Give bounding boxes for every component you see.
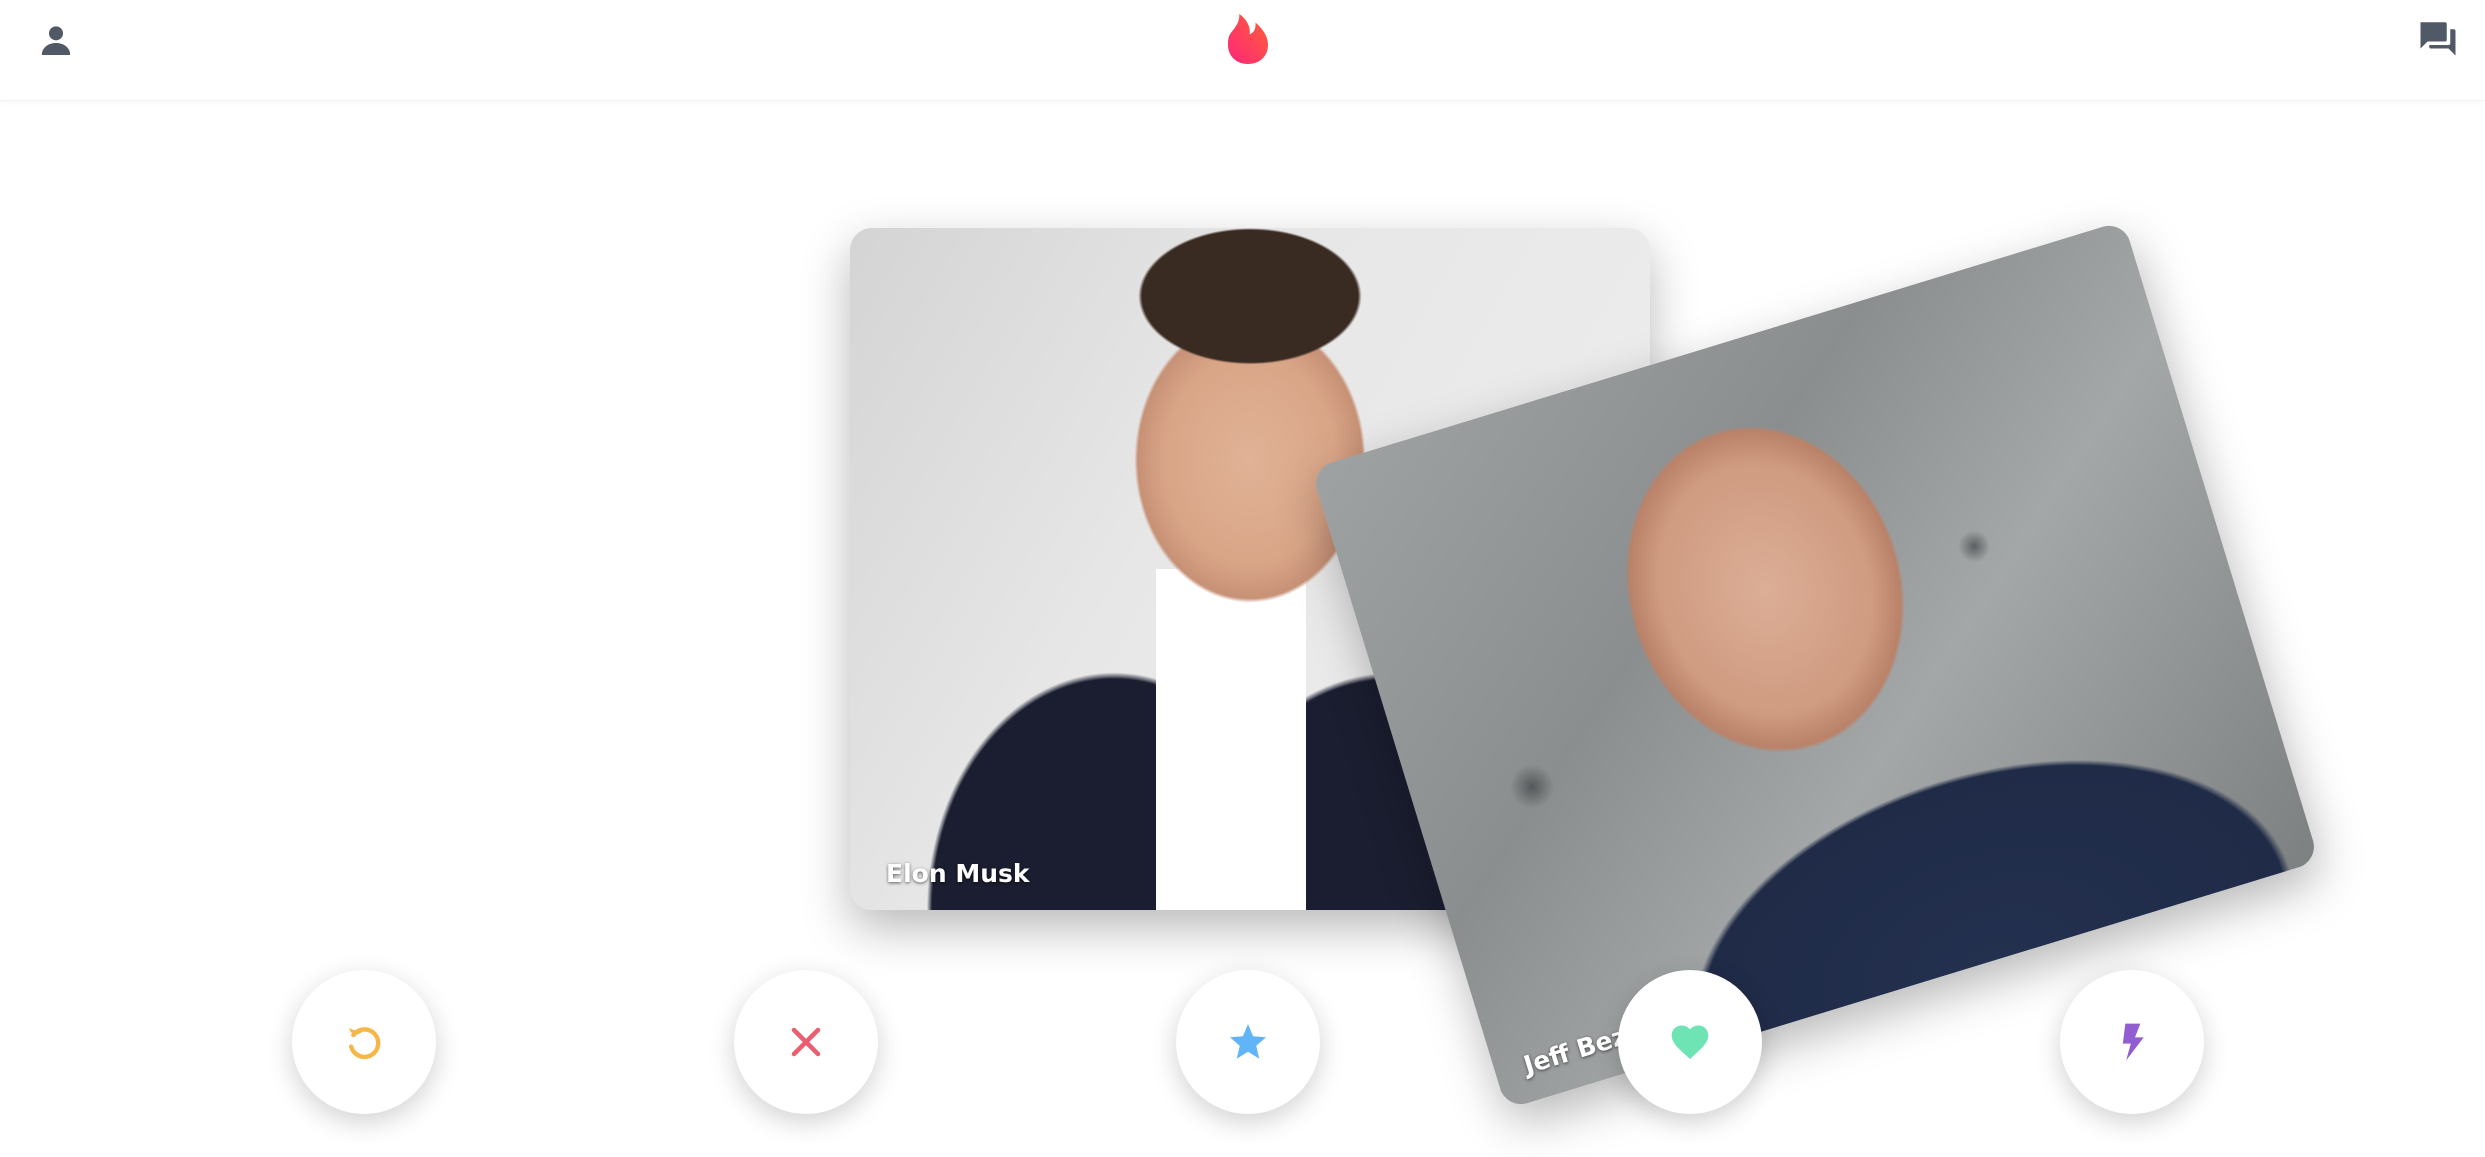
forum-chat-icon — [2420, 22, 2456, 56]
card-name: Elon Musk — [886, 859, 1030, 888]
flame-logo-icon — [1228, 14, 1268, 64]
super-like-button[interactable] — [1176, 970, 1320, 1114]
boost-button[interactable] — [2060, 970, 2204, 1114]
heart-icon — [1671, 1025, 1709, 1060]
messages-button[interactable] — [2410, 12, 2466, 64]
rewind-button[interactable] — [292, 970, 436, 1114]
star-icon — [1229, 1024, 1267, 1059]
card-stack: Elon Musk Jeff Bezos — [0, 100, 2485, 1157]
profile-button[interactable] — [30, 14, 82, 66]
lightning-icon — [2122, 1023, 2144, 1061]
app-logo[interactable] — [1220, 8, 1276, 70]
top-bar — [0, 0, 2485, 101]
like-button[interactable] — [1618, 970, 1762, 1114]
person-icon — [41, 26, 71, 55]
nope-button[interactable] — [734, 970, 878, 1114]
close-icon — [791, 1027, 821, 1057]
rewind-icon — [348, 1027, 381, 1060]
